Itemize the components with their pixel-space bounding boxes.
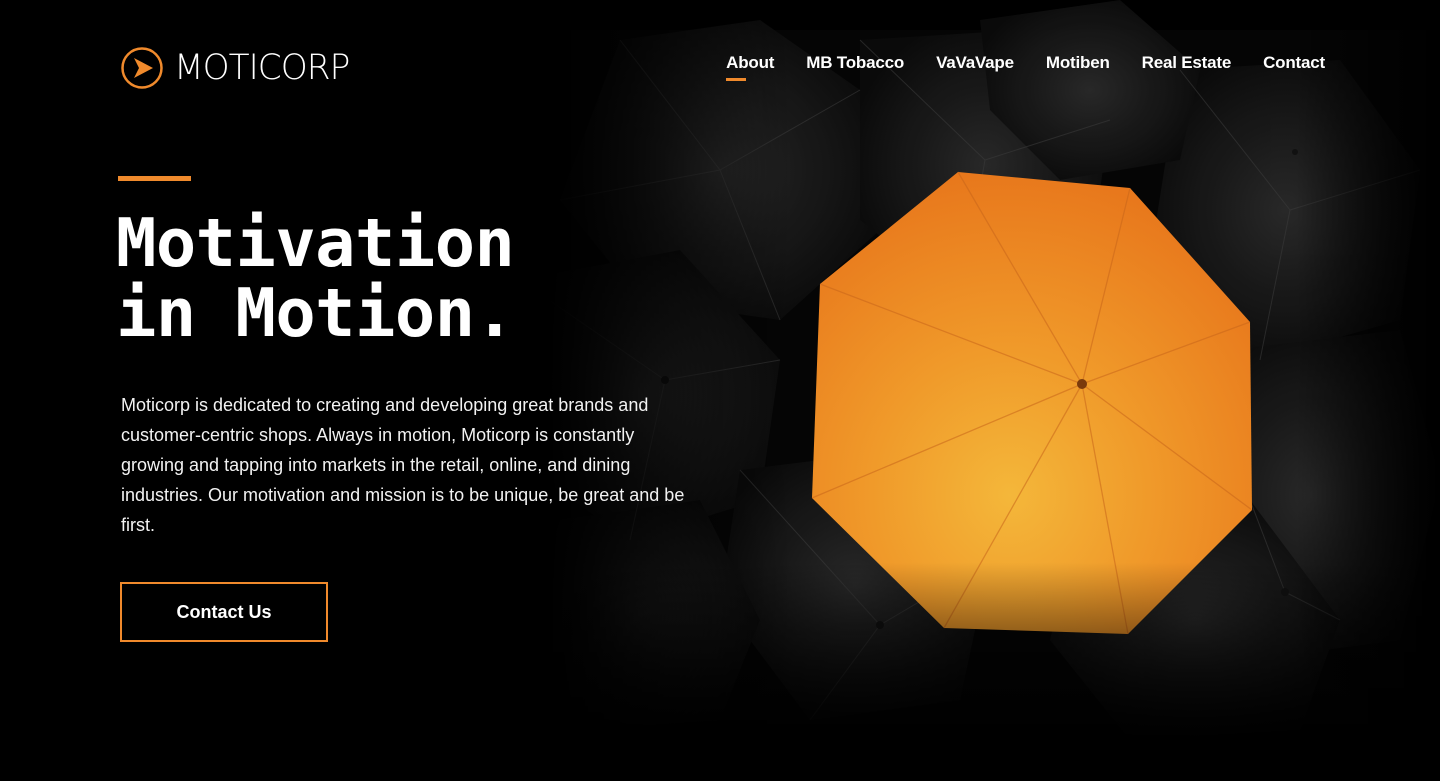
nav-item-contact[interactable]: Contact xyxy=(1263,52,1325,74)
contact-us-button[interactable]: Contact Us xyxy=(120,582,328,642)
nav-item-real-estate[interactable]: Real Estate xyxy=(1142,52,1232,74)
brand-logo[interactable]: MOTICORP xyxy=(120,46,353,90)
hero-description: Moticorp is dedicated to creating and de… xyxy=(121,395,685,535)
nav-item-motiben[interactable]: Motiben xyxy=(1046,52,1110,74)
nav-item-about[interactable]: About xyxy=(726,52,774,81)
chevron-arrow-circle-icon xyxy=(121,47,163,89)
headline-accent-bar xyxy=(118,176,191,181)
nav-item-vavavape[interactable]: VaVaVape xyxy=(936,52,1014,74)
hero-headline: Motivation in Motion. xyxy=(116,204,515,352)
main-nav: About MB Tobacco VaVaVape Motiben Real E… xyxy=(726,52,1325,81)
nav-item-mb-tobacco[interactable]: MB Tobacco xyxy=(806,52,904,74)
brand-name: MOTICORP xyxy=(174,47,350,88)
hero-headline-line2: in Motion. xyxy=(116,274,515,352)
hero-headline-line1: Motivation xyxy=(116,204,515,282)
